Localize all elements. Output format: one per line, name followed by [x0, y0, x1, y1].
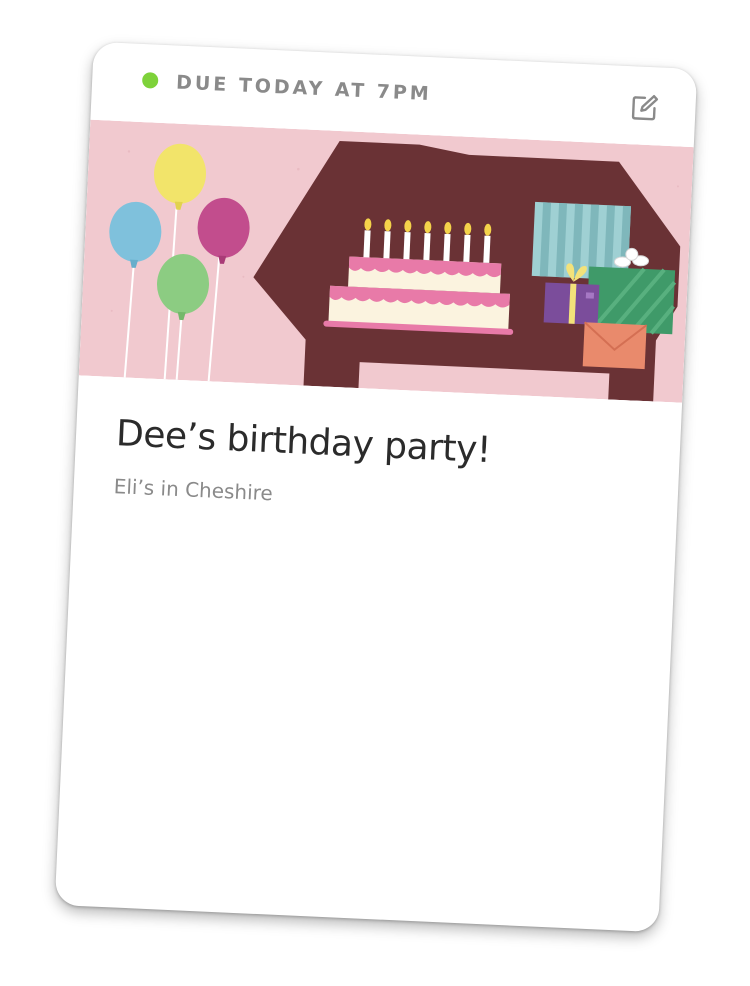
- stage: DUE TODAY AT 7PM Dee’s birthday party! E…: [0, 0, 750, 986]
- birthday-party-illustration: [78, 119, 694, 403]
- event-title: Dee’s birthday party!: [115, 413, 492, 472]
- due-label: DUE TODAY AT 7PM: [175, 71, 433, 106]
- banner-illustration: [78, 119, 694, 403]
- task-card[interactable]: DUE TODAY AT 7PM Dee’s birthday party! E…: [54, 41, 698, 933]
- edit-button[interactable]: [629, 92, 660, 123]
- edit-icon: [631, 95, 659, 121]
- event-location: Eli’s in Cheshire: [113, 474, 274, 506]
- status-dot: [141, 71, 159, 89]
- envelope: [582, 321, 648, 370]
